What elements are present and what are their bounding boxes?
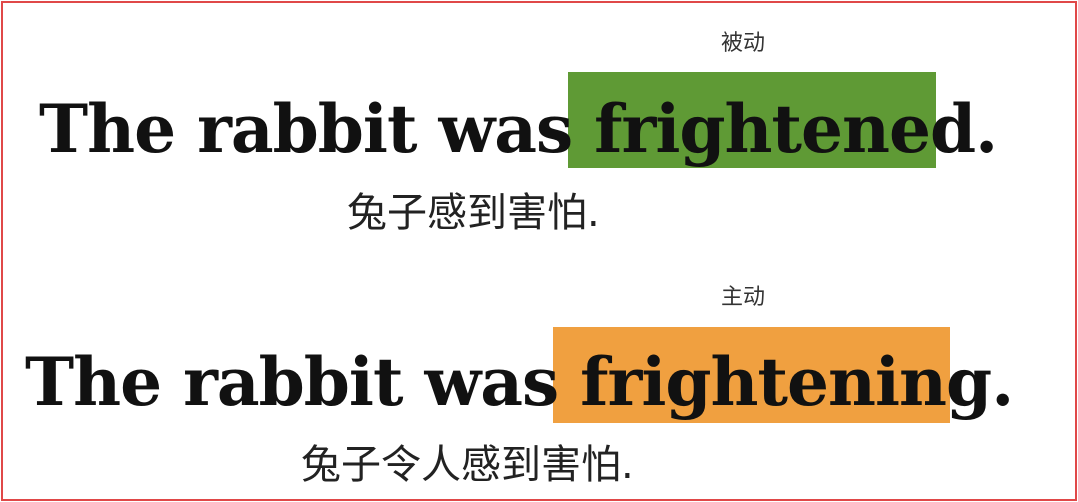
passive-sentence: The rabbit was frightened. [39,96,998,162]
active-example: 主动 The rabbit was frightening. 兔子令人感到害怕. [3,253,1075,493]
slide-frame: 被动 The rabbit was frightened. 兔子感到害怕. 主动… [1,1,1077,501]
active-verb: frightening [580,343,992,421]
active-sentence-end: . [991,343,1014,421]
passive-sentence-lead: The rabbit was [39,90,595,168]
active-translation: 兔子令人感到害怕. [301,442,634,488]
active-sentence: The rabbit was frightening. [25,349,1014,415]
passive-verb: frightened [594,90,976,168]
active-tag: 主动 [721,285,766,310]
passive-tag: 被动 [721,31,766,56]
passive-sentence-end: . [975,90,998,168]
passive-translation: 兔子感到害怕. [347,190,600,236]
passive-example: 被动 The rabbit was frightened. 兔子感到害怕. [3,3,1075,243]
active-sentence-lead: The rabbit was [25,343,581,421]
